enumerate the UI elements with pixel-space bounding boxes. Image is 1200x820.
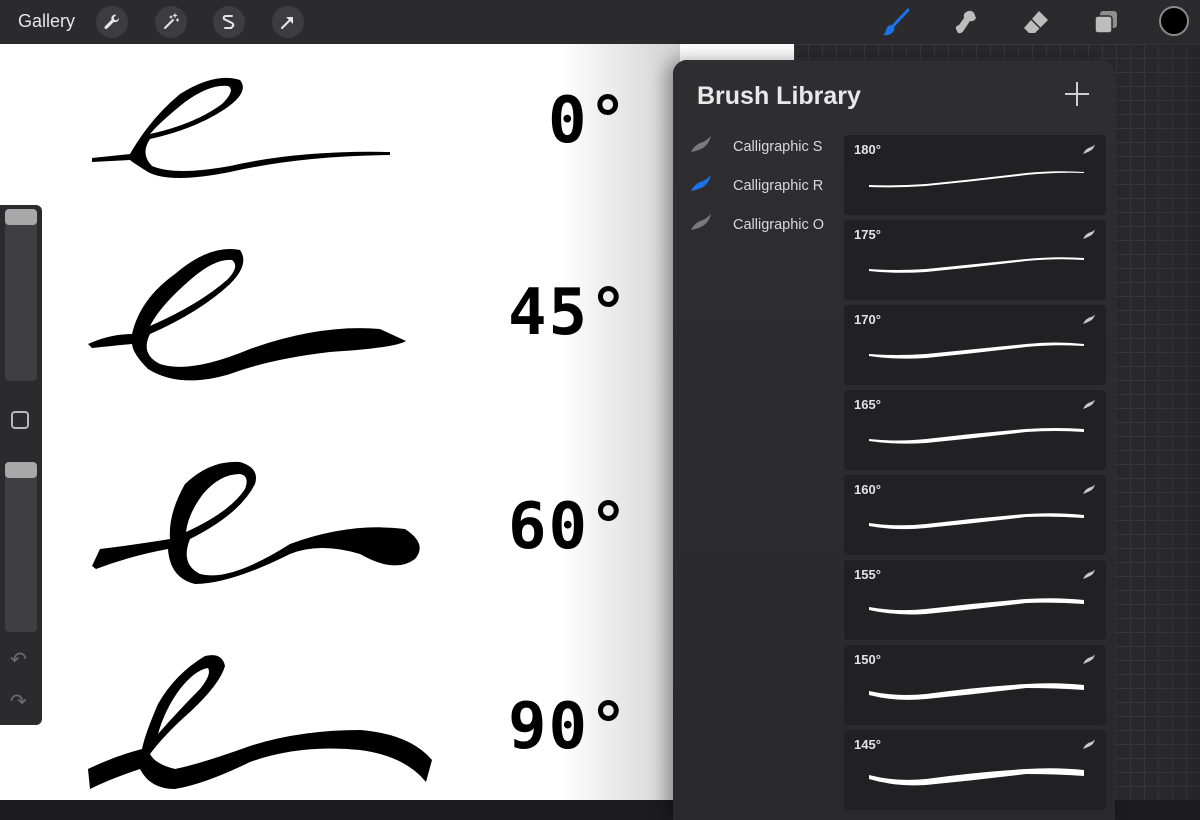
- calligraphy-stroke-60: [92, 461, 420, 584]
- brush-stroke-preview: [869, 683, 1084, 700]
- modify-button[interactable]: [11, 411, 29, 429]
- redo-icon[interactable]: ↷: [10, 689, 27, 713]
- layers-icon[interactable]: [1090, 6, 1122, 38]
- eraser-icon[interactable]: [1020, 6, 1052, 38]
- brush-set-item[interactable]: Calligraphic S: [689, 132, 849, 162]
- brush-name: 165°: [854, 397, 881, 412]
- brush-stroke-preview: [869, 513, 1084, 530]
- brush-name: 180°: [854, 142, 881, 157]
- color-swatch[interactable]: [1159, 6, 1189, 36]
- brush-set-label: Calligraphic R: [733, 178, 824, 194]
- brush-set-label: Calligraphic S: [733, 139, 823, 155]
- brush-preview-icon: [1083, 229, 1095, 239]
- brush-set-icon: [691, 175, 711, 191]
- brush-stroke-preview: [869, 768, 1084, 786]
- opacity-slider[interactable]: [5, 462, 37, 632]
- brush-stroke-preview: [869, 342, 1084, 359]
- brush-stroke-preview: [869, 171, 1084, 188]
- calligraphy-stroke-45: [88, 249, 406, 381]
- wrench-icon[interactable]: [96, 6, 128, 38]
- top-toolbar: Gallery: [0, 0, 1200, 44]
- brush-card[interactable]: 160°: [844, 475, 1106, 555]
- canvas-shadow: [560, 44, 680, 800]
- brush-preview-icon: [1083, 484, 1095, 494]
- brush-library-title: Brush Library: [697, 82, 861, 110]
- add-brush-icon[interactable]: [1065, 82, 1089, 106]
- brush-name: 145°: [854, 737, 881, 752]
- brush-card[interactable]: 180°: [844, 135, 1106, 215]
- brush-name: 175°: [854, 227, 881, 242]
- brush-set-icon: [691, 214, 711, 230]
- brush-name: 150°: [854, 652, 881, 667]
- brush-set-item[interactable]: Calligraphic R: [689, 171, 849, 201]
- brush-library-panel: Brush Library Calligraphic S Calligraphi…: [673, 60, 1115, 820]
- brush-card[interactable]: 155°: [844, 560, 1106, 640]
- brush-preview-icon: [1083, 739, 1095, 749]
- brush-size-slider[interactable]: [5, 209, 37, 381]
- calligraphy-stroke-0: [92, 77, 390, 178]
- brush-set-icon: [691, 136, 711, 152]
- brush-stroke-preview: [869, 257, 1084, 273]
- brush-stroke-preview: [869, 428, 1084, 444]
- brush-card[interactable]: 165°: [844, 390, 1106, 470]
- brush-preview-icon: [1083, 569, 1095, 579]
- transform-arrow-icon[interactable]: [272, 6, 304, 38]
- grid-fade: [1100, 44, 1200, 800]
- brush-card[interactable]: 175°: [844, 220, 1106, 300]
- brush-set-item[interactable]: Calligraphic O: [689, 210, 849, 240]
- brush-name: 155°: [854, 567, 881, 582]
- brush-preview-icon: [1083, 654, 1095, 664]
- brush-preview-icon: [1083, 399, 1095, 409]
- gallery-button[interactable]: Gallery: [18, 11, 75, 32]
- opacity-slider-thumb[interactable]: [5, 462, 37, 478]
- smudge-icon[interactable]: [950, 6, 982, 38]
- brush-preview-icon: [1083, 144, 1095, 154]
- brush-preview-icon: [1083, 314, 1095, 324]
- brush-icon[interactable]: [880, 6, 912, 38]
- brush-card[interactable]: 150°: [844, 645, 1106, 725]
- brush-set-label: Calligraphic O: [733, 217, 825, 233]
- selection-icon[interactable]: [213, 6, 245, 38]
- magic-wand-icon[interactable]: [155, 6, 187, 38]
- brush-name: 160°: [854, 482, 881, 497]
- brush-card[interactable]: 145°: [844, 730, 1106, 810]
- undo-icon[interactable]: ↶: [10, 647, 27, 671]
- left-sidebar: ↶ ↷: [0, 205, 42, 725]
- brush-stroke-preview: [869, 598, 1084, 615]
- brush-size-slider-thumb[interactable]: [5, 209, 37, 225]
- brush-card[interactable]: 170°: [844, 305, 1106, 385]
- calligraphy-stroke-90: [88, 655, 432, 789]
- brush-name: 170°: [854, 312, 881, 327]
